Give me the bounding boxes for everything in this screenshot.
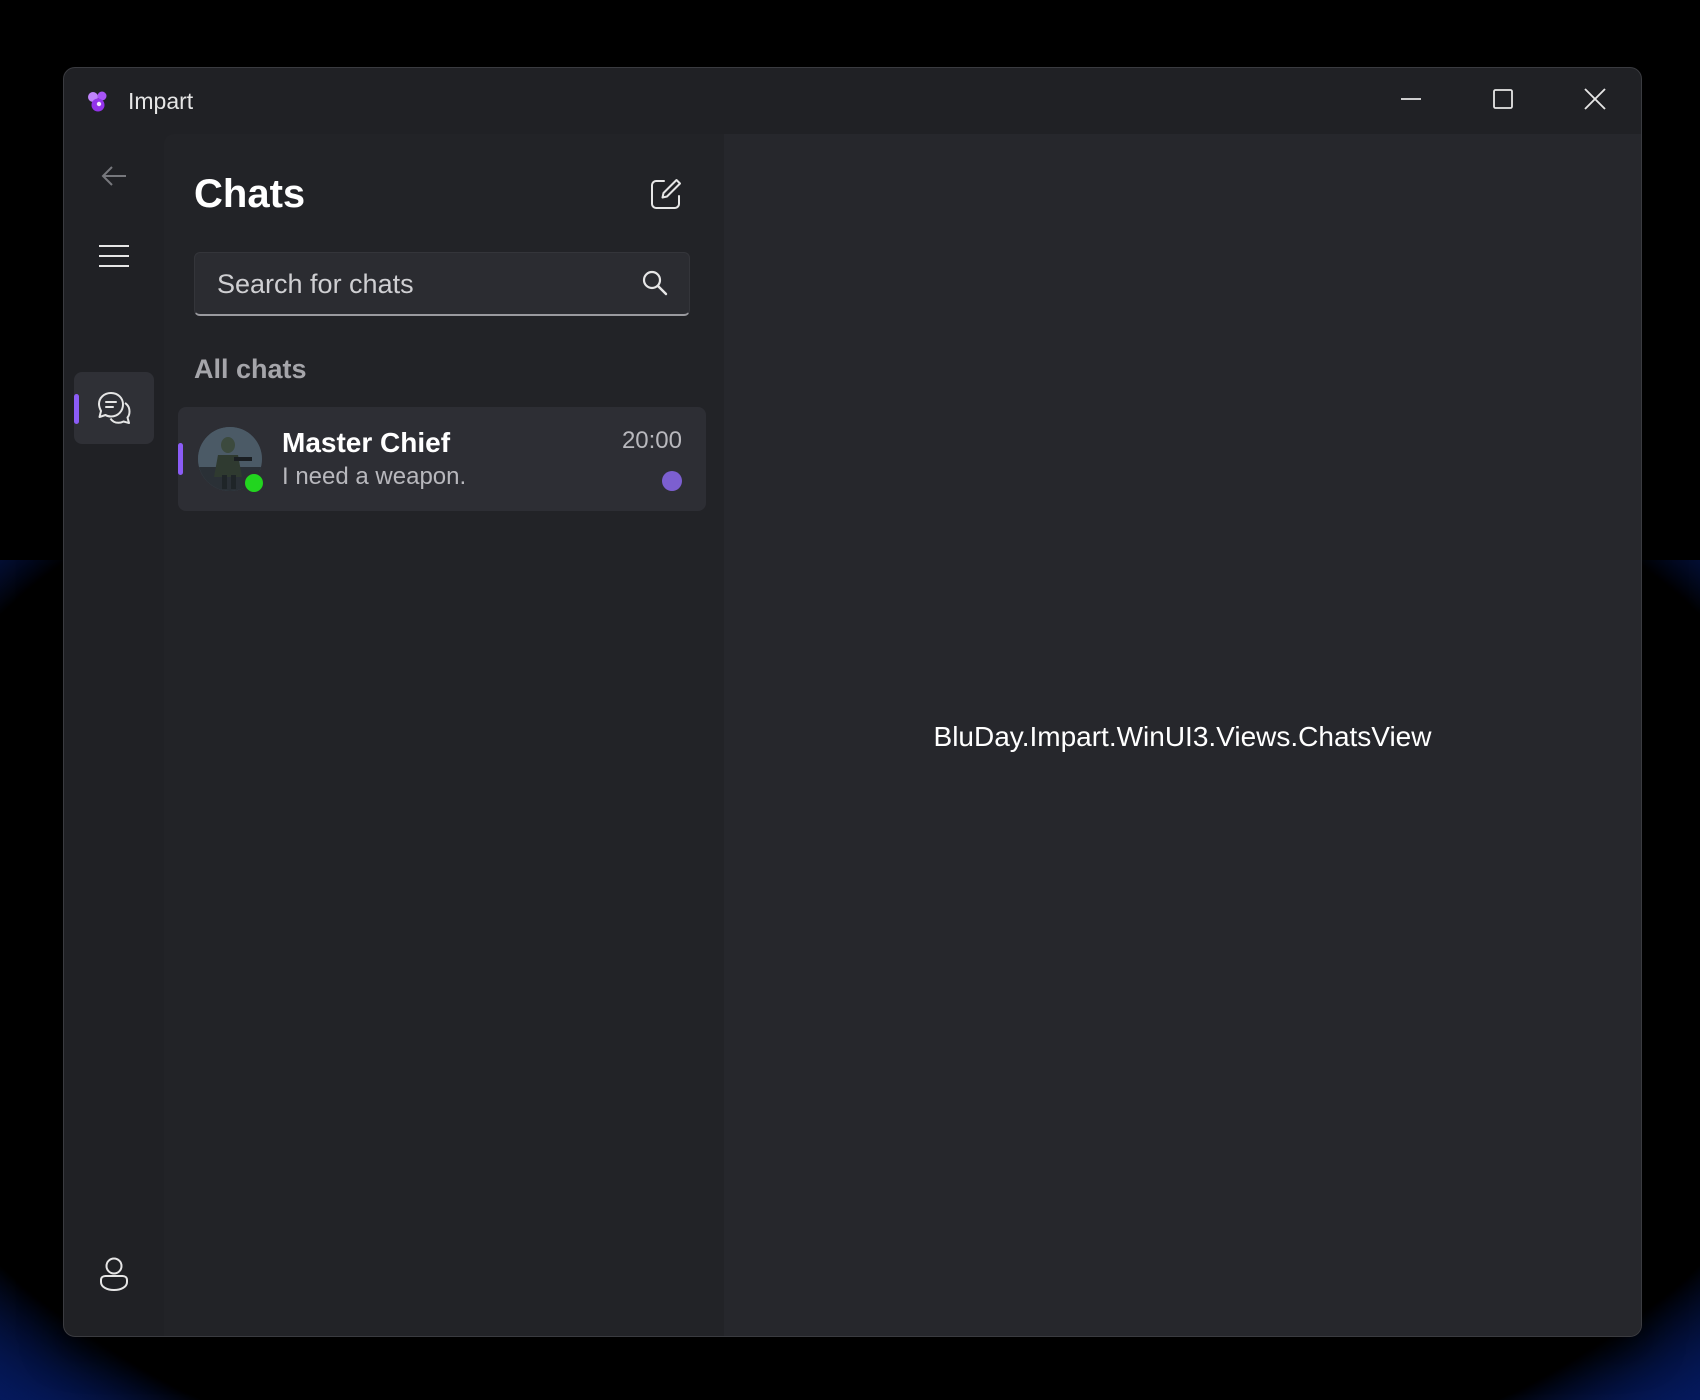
chat-list-item[interactable]: Master Chief I need a weapon. 20:00 (178, 407, 706, 511)
person-icon (100, 1257, 128, 1292)
chat-name: Master Chief (282, 427, 451, 458)
nav-item-chats[interactable] (74, 372, 154, 444)
compose-icon (651, 179, 681, 209)
hamburger-menu-icon (99, 245, 129, 267)
maximize-icon (1493, 89, 1513, 109)
search-icon[interactable] (641, 269, 669, 297)
chat-last-message: I need a weapon. (282, 463, 467, 490)
close-icon (1584, 88, 1606, 110)
window-title: Impart (128, 88, 194, 114)
back-arrow-icon (101, 166, 126, 186)
menu-button[interactable] (74, 220, 154, 292)
search-box[interactable] (194, 252, 690, 316)
account-button[interactable] (74, 1238, 154, 1310)
content-placeholder-text: BluDay.Impart.WinUI3.Views.ChatsView (933, 721, 1432, 752)
app-window: Impart Chats Search for chats All chats … (63, 67, 1642, 1337)
minimize-button[interactable] (1366, 76, 1456, 122)
unread-badge (662, 471, 682, 491)
section-label: All chats (194, 354, 307, 384)
app-logo-icon (88, 91, 107, 112)
settings-button[interactable] (74, 1318, 154, 1336)
page-title: Chats (194, 172, 306, 216)
new-chat-button[interactable] (644, 172, 688, 216)
content-frame: BluDay.Impart.WinUI3.Views.ChatsView (724, 134, 1641, 1336)
chats-pane: Chats All chats (164, 134, 724, 1336)
online-status-indicator (242, 471, 266, 495)
selection-indicator (178, 443, 183, 475)
close-button[interactable] (1550, 76, 1640, 122)
chat-timestamp: 20:00 (621, 427, 682, 454)
minimize-icon (1401, 98, 1421, 100)
back-button[interactable] (74, 140, 154, 212)
title-bar[interactable]: Impart (64, 68, 1641, 134)
selection-indicator (74, 394, 79, 424)
maximize-button[interactable] (1458, 76, 1548, 122)
chat-bubbles-icon (98, 392, 131, 424)
navigation-rail (64, 134, 164, 1336)
search-input[interactable] (215, 253, 619, 315)
